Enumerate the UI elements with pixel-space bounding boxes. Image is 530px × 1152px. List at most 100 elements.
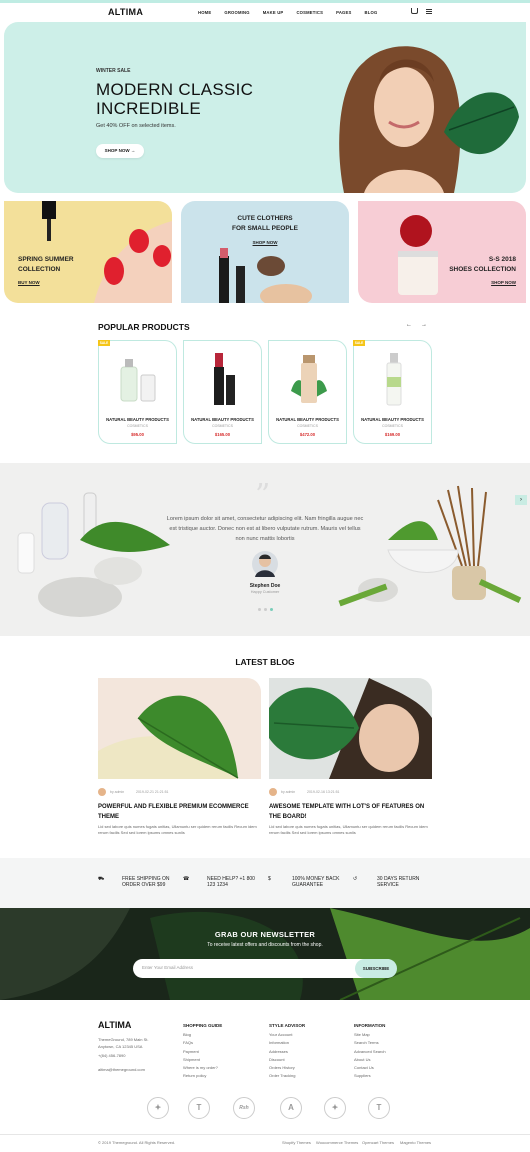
slider-dot[interactable]: [264, 608, 267, 611]
brand-logo[interactable]: T: [188, 1097, 210, 1119]
dollar-icon: $: [268, 876, 271, 882]
footer-bottom-link[interactable]: Woocommerce Themes: [316, 1140, 358, 1145]
product-card[interactable]: NATURAL BEAUTY PRODUCTS COSMETICS $165.0…: [183, 340, 262, 444]
hero-title-line1: MODERN CLASSIC: [96, 80, 254, 99]
blog-date: 2019-02-16 13:21:51: [307, 790, 340, 794]
promo-spring-summer[interactable]: SPRING SUMMER COLLECTION BUY NOW: [4, 201, 172, 303]
footer-link[interactable]: Site Map: [354, 1031, 386, 1039]
product-image: [291, 355, 327, 403]
footer-link[interactable]: Order Tracking: [269, 1072, 295, 1080]
nav-cosmetics[interactable]: COSMETICS: [296, 10, 323, 15]
prev-arrow-icon[interactable]: ←: [404, 320, 414, 330]
footer-link[interactable]: Suppliers: [354, 1072, 386, 1080]
promo-3-title: S-S 2018 SHOES COLLECTION: [449, 255, 516, 275]
footer-list-information: Site Map Search Terms Advanced Search Ab…: [354, 1031, 386, 1081]
blog-author[interactable]: by admin: [110, 790, 124, 794]
footer-link[interactable]: Shipment: [183, 1056, 218, 1064]
footer-link[interactable]: Discount: [269, 1056, 295, 1064]
feature-4-line2: SERVICE: [377, 882, 399, 888]
brand-logo[interactable]: T: [368, 1097, 390, 1119]
site-logo[interactable]: ALTIMA: [108, 7, 143, 17]
next-arrow-icon[interactable]: →: [419, 320, 429, 330]
blog-post-title[interactable]: AWESOME TEMPLATE WITH LOT'S OF FEATURES …: [269, 802, 429, 822]
product-name[interactable]: NATURAL BEAUTY PRODUCTS: [354, 417, 431, 422]
nav-pages[interactable]: PAGES: [336, 10, 351, 15]
product-card[interactable]: NATURAL BEAUTY PRODUCTS COSMETICS $472.0…: [268, 340, 347, 444]
footer-bottom-link[interactable]: Magento Themes: [400, 1140, 431, 1145]
footer-email[interactable]: altima@themeground.com: [98, 1066, 145, 1074]
product-card[interactable]: SALE NATURAL BEAUTY PRODUCTS COSMETICS $…: [98, 340, 177, 444]
brand-logo[interactable]: Rsh: [233, 1097, 255, 1119]
promo-3-link[interactable]: SHOP NOW: [491, 280, 516, 285]
hero-tag: WINTER SALE: [96, 68, 131, 74]
brand-logo[interactable]: ✦: [324, 1097, 346, 1119]
cart-icon[interactable]: [411, 8, 418, 14]
product-category: COSMETICS: [297, 424, 318, 428]
footer-link[interactable]: Return policy: [183, 1072, 218, 1080]
blog-image-1[interactable]: [98, 678, 261, 779]
blog-image-2[interactable]: [269, 678, 432, 779]
hero-title-line2: INCREDIBLE: [96, 99, 202, 118]
footer-link[interactable]: Where is my order?: [183, 1064, 218, 1072]
nav-blog[interactable]: BLOG: [365, 10, 378, 15]
product-name[interactable]: NATURAL BEAUTY PRODUCTS: [184, 417, 261, 422]
promo-3-line2: SHOES COLLECTION: [449, 266, 516, 273]
footer-address: ThemeGround, 789 Main St. Anytown, CA 123…: [98, 1036, 148, 1050]
footer-list-shopping-guide: Blog FAQs Payment Shipment Where is my o…: [183, 1031, 218, 1081]
blog-excerpt: Lid sed labore quis numes fugats unitias…: [98, 824, 257, 835]
hero-shop-now-button[interactable]: SHOP NOW →: [96, 144, 144, 158]
footer-link[interactable]: About Us: [354, 1056, 386, 1064]
footer-link[interactable]: Search Terms: [354, 1039, 386, 1047]
footer-link[interactable]: Advanced Search: [354, 1048, 386, 1056]
footer-link[interactable]: Contact Us: [354, 1064, 386, 1072]
product-name[interactable]: NATURAL BEAUTY PRODUCTS: [269, 417, 346, 422]
promo-shoes-collection[interactable]: S-S 2018 SHOES COLLECTION SHOP NOW: [358, 201, 526, 303]
blog-post-title[interactable]: POWERFUL AND FLEXIBLE PREMIUM ECOMMERCE …: [98, 802, 258, 822]
slider-dot[interactable]: [258, 608, 261, 611]
nail-polish-image: [42, 201, 172, 303]
footer-link[interactable]: Payment: [183, 1048, 218, 1056]
footer-logo[interactable]: ALTIMA: [98, 1020, 131, 1030]
hamburger-menu-icon[interactable]: [426, 9, 432, 14]
blog-date: 2019-02-21 21:21:51: [136, 790, 169, 794]
blog-author[interactable]: by admin: [281, 790, 295, 794]
footer-link[interactable]: Your Account: [269, 1031, 295, 1039]
brand-logo[interactable]: A: [280, 1097, 302, 1119]
product-name[interactable]: NATURAL BEAUTY PRODUCTS: [99, 417, 176, 422]
product-card[interactable]: SALE NATURAL BEAUTY PRODUCTS COSMETICS $…: [353, 340, 432, 444]
nav-make-up[interactable]: MAKE UP: [263, 10, 284, 15]
brand-logo[interactable]: ✦: [147, 1097, 169, 1119]
newsletter-title: GRAB OUR NEWSLETTER: [214, 930, 316, 939]
promo-cute-clothers[interactable]: CUTE CLOTHERS FOR SMALL PEOPLE SHOP NOW: [181, 201, 349, 303]
customer-role: Happy Customer: [250, 590, 280, 594]
footer-link[interactable]: Blog: [183, 1031, 218, 1039]
footer-col-shopping-guide: SHOPPING GUIDE: [183, 1023, 223, 1028]
author-avatar: [98, 788, 106, 796]
footer-link[interactable]: Orders History: [269, 1064, 295, 1072]
product-image: [386, 353, 402, 406]
nav-grooming[interactable]: GROOMING: [224, 10, 249, 15]
product-image: [120, 359, 156, 402]
feature-return: 30 DAYS RETURN SERVICE: [377, 876, 419, 888]
slider-dot-active[interactable]: [270, 608, 273, 611]
promo-2-link[interactable]: SHOP NOW: [181, 240, 349, 245]
footer-link[interactable]: FAQs: [183, 1039, 218, 1047]
slider-next-icon[interactable]: ›: [515, 495, 527, 505]
leaf-background-image: [0, 908, 530, 1000]
footer-link[interactable]: Addresses: [269, 1048, 295, 1056]
footer-col-style-advisor: STYLE ADVISOR: [269, 1023, 306, 1028]
hero-banner: WINTER SALE MODERN CLASSIC INCREDIBLE Get…: [4, 22, 526, 193]
footer-address-line1: ThemeGround, 789 Main St.: [98, 1037, 149, 1042]
product-image: [214, 353, 235, 405]
sale-badge: SALE: [353, 340, 365, 346]
product-price: $472.00: [299, 432, 316, 437]
promo-1-link[interactable]: BUY NOW: [18, 280, 40, 285]
subscribe-button[interactable]: SUBSCRIBE: [355, 959, 397, 978]
feature-need-help: NEED HELP? +1 800 123 1234: [207, 876, 255, 888]
feature-1-line2: ORDER OVER $99: [122, 882, 166, 888]
nav-home[interactable]: HOME: [198, 10, 211, 15]
footer-bottom-link[interactable]: Opencart Themes: [362, 1140, 394, 1145]
footer-link[interactable]: Information: [269, 1039, 295, 1047]
footer-bottom-link[interactable]: Shopify Themes: [282, 1140, 311, 1145]
latest-blog-title: LATEST BLOG: [235, 657, 295, 667]
